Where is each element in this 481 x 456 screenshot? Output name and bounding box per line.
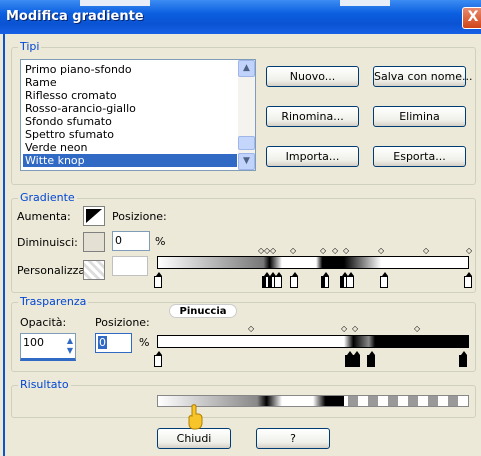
opacity-spinner[interactable]: 100 ▲ ▼ [20,333,76,361]
close-icon: X [467,9,479,25]
pinuccia-watermark: Pinuccia [169,304,237,318]
list-item[interactable]: Primo piano-sfondo [23,63,237,76]
gradient-type-list[interactable]: Primo piano-sfondo Rame Riflesso cromato… [20,59,256,171]
opacity-stop[interactable] [352,351,360,367]
trasparenza-legend: Trasparenza [18,295,89,308]
diminuisci-label: Diminuisci: [17,236,78,249]
opacity-stop[interactable] [459,351,467,367]
midpoint-marker[interactable]: ◇ [270,247,276,255]
rinomina-button[interactable]: Rinomina... [266,106,359,127]
list-item-selected[interactable]: Witte knop [23,154,237,167]
opacity-stop[interactable] [367,351,375,367]
salva-con-nome-button[interactable]: Salva con nome... [373,66,472,87]
elimina-button[interactable]: Elimina [373,106,466,127]
list-item[interactable]: Verde neon [23,141,237,154]
color-stop[interactable] [290,272,298,288]
color-stop[interactable] [380,272,388,288]
risultato-legend: Risultato [18,378,71,391]
opacity-midpoint-marker[interactable]: ◇ [341,325,347,333]
importa-button[interactable]: Importa... [266,146,359,167]
custom-color-box[interactable] [112,256,148,276]
foreground-background-icon [86,209,102,223]
opacity-stop[interactable] [154,351,162,367]
midpoint-marker[interactable]: ◇ [423,247,429,255]
color-stop[interactable] [346,272,354,288]
chiudi-button[interactable]: Chiudi [157,428,231,449]
list-scrollbar[interactable]: ▲ ▼ [238,60,255,170]
midpoint-marker[interactable]: ◇ [343,247,349,255]
scroll-down-icon[interactable]: ▼ [238,153,255,170]
help-button[interactable]: ? [256,428,330,449]
opacity-position-input[interactable]: 0 [95,333,132,353]
midpoint-marker[interactable]: ◇ [466,247,472,255]
window-title: Modifica gradiente [6,9,144,24]
scroll-thumb[interactable] [238,136,255,150]
opacita-label: Opacità: [20,316,67,329]
midpoint-marker[interactable]: ◇ [320,247,326,255]
gradiente-group: Gradiente [11,191,476,293]
opacity-posizione-label: Posizione: [95,316,150,329]
personalizza-label: Personalizza: [17,264,89,277]
diminuisci-color-swatch[interactable] [83,232,105,252]
opacity-value: 100 [23,336,44,349]
tipi-legend: Tipi [18,40,42,53]
list-item[interactable]: Sfondo sfumato [23,115,237,128]
color-stop[interactable] [274,272,282,288]
gradiente-legend: Gradiente [18,191,77,204]
midpoint-marker[interactable]: ◇ [378,247,384,255]
background-window-fragment [340,0,390,6]
background-window-fragment [80,0,150,6]
pointer-hand-icon [188,404,203,430]
gradient-preview-bar[interactable] [157,256,469,269]
close-button[interactable]: X [462,7,481,29]
midpoint-marker[interactable]: ◇ [332,247,338,255]
spinner-arrows-icon[interactable]: ▲ ▼ [67,336,73,356]
percent-label: % [155,235,166,248]
opacity-midpoint-marker[interactable]: ◇ [352,325,358,333]
posizione-label: Posizione: [112,210,167,223]
color-stop[interactable] [321,272,329,288]
aumenta-label: Aumenta: [17,210,71,223]
midpoint-marker[interactable]: ◇ [290,247,296,255]
opacity-position-value: 0 [98,336,107,349]
list-item[interactable]: Riflesso cromato [23,89,237,102]
opacity-percent-label: % [139,336,150,349]
transparency-preview-bar[interactable] [157,335,469,348]
color-stop[interactable] [154,272,162,288]
personalizza-color-swatch[interactable] [83,260,105,280]
opacity-midpoint-marker[interactable]: ◇ [248,325,254,333]
aumenta-color-swatch[interactable] [83,206,105,226]
esporta-button[interactable]: Esporta... [373,146,466,167]
list-item[interactable]: Spettro sfumato [23,128,237,141]
title-bar[interactable]: Modifica gradiente X [0,0,481,34]
scroll-up-icon[interactable]: ▲ [238,60,255,77]
nuovo-button[interactable]: Nuovo... [266,66,359,87]
list-item[interactable]: Rosso-arancio-giallo [23,102,237,115]
gradient-position-input[interactable]: 0 [112,231,150,251]
color-stop[interactable] [464,272,472,288]
opacity-midpoint-marker[interactable]: ◇ [414,325,420,333]
list-item[interactable]: Rame [23,76,237,89]
